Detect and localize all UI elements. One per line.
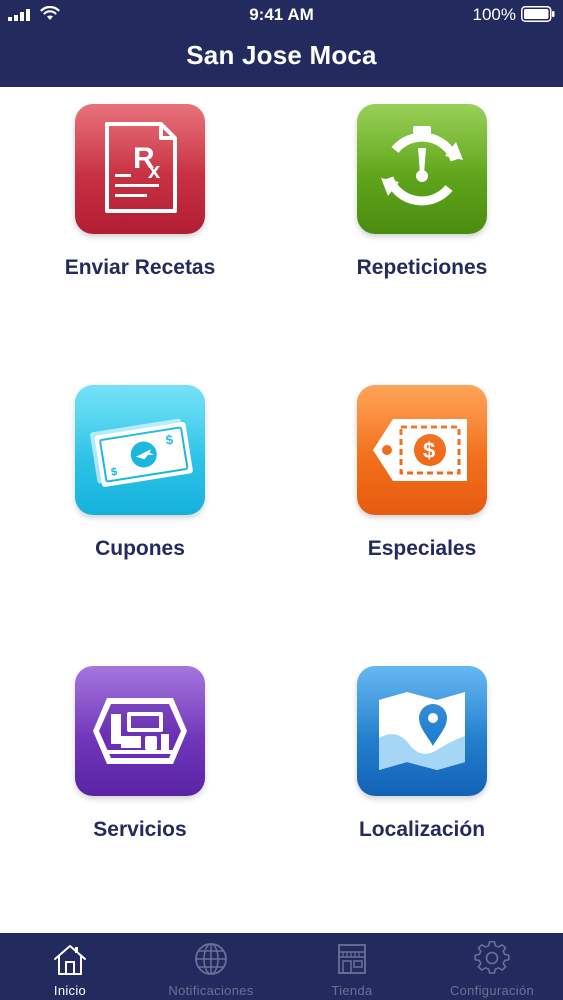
menu-item-label: Enviar Recetas [64, 256, 216, 279]
page-title: San Jose Moca [186, 40, 377, 70]
tab-tienda[interactable]: Tienda [282, 933, 422, 1000]
battery-percent: 100% [472, 5, 516, 24]
menu-item-repeticiones[interactable]: Repeticiones [322, 104, 522, 280]
menu-item-label: Localización [358, 818, 486, 841]
tab-label: Tienda [331, 983, 373, 998]
tab-notificaciones[interactable]: Notificaciones [141, 933, 281, 1000]
services-box-icon[interactable] [75, 666, 205, 796]
refill-timer-icon[interactable] [357, 104, 487, 234]
map-pin-icon[interactable] [357, 666, 487, 796]
tab-label: Inicio [53, 983, 87, 998]
coupon-money-icon[interactable]: $ $ [75, 385, 205, 515]
tab-configuracion[interactable]: Configuración [422, 933, 562, 1000]
globe-icon [195, 943, 227, 975]
menu-item-enviar-recetas[interactable]: R x Enviar Recetas [40, 104, 240, 280]
top-bar: 9:41 AM 100% San Jose Moca [0, 0, 563, 87]
tab-inicio[interactable]: Inicio [0, 933, 140, 1000]
menu-item-localizacion[interactable]: Localización [322, 666, 522, 842]
menu-item-label: Repeticiones [356, 256, 488, 279]
status-bar: 9:41 AM 100% [0, 0, 563, 30]
store-icon [338, 944, 366, 974]
menu-item-cupones[interactable]: $ $ Cupones [40, 385, 240, 561]
menu-item-label: Servicios [93, 818, 187, 841]
price-tag-icon[interactable]: $ [357, 385, 487, 515]
home-icon [54, 945, 86, 975]
tab-bar: Inicio Notificaciones Tienda Configuraci… [0, 933, 563, 1000]
svg-text:$: $ [423, 438, 435, 463]
gear-icon [474, 941, 510, 974]
battery-icon [521, 6, 555, 22]
svg-text:x: x [148, 158, 161, 183]
prescription-icon[interactable]: R x [75, 104, 205, 234]
menu-item-label: Especiales [367, 537, 477, 560]
menu-item-especiales[interactable]: $ Especiales [322, 385, 522, 561]
tab-label: Notificaciones [168, 983, 254, 998]
menu-item-label: Cupones [95, 537, 185, 560]
menu-item-servicios[interactable]: Servicios [40, 666, 240, 842]
tab-label: Configuración [449, 983, 535, 998]
